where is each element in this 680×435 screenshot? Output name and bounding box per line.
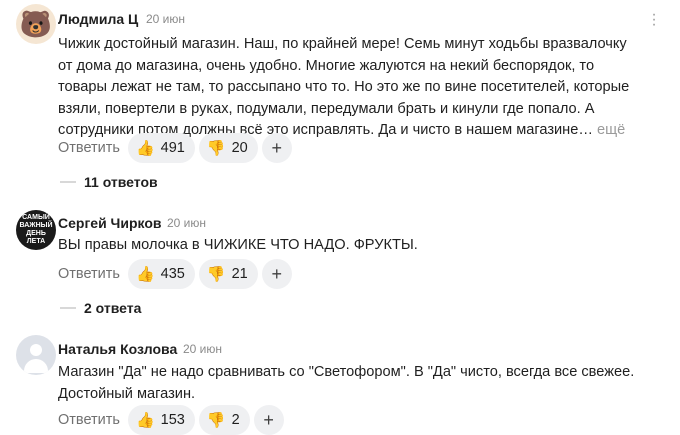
like-count: 153 bbox=[160, 412, 185, 428]
dislike-button[interactable]: 👎 2 bbox=[198, 405, 250, 435]
dislike-button[interactable]: 👎 20 bbox=[198, 133, 258, 163]
thumbs-up-icon: 👍 bbox=[135, 140, 155, 157]
dislike-button[interactable]: 👎 21 bbox=[198, 259, 258, 289]
dislike-count: 2 bbox=[231, 412, 240, 428]
thumbs-down-icon: 👎 bbox=[206, 266, 226, 283]
add-reaction-button[interactable]: + bbox=[261, 133, 292, 163]
comment-actions: Ответить 👍 153 👎 2 + bbox=[58, 405, 284, 435]
comment-date: 20 июн bbox=[167, 216, 207, 230]
like-count: 435 bbox=[160, 266, 185, 282]
thumbs-down-icon: 👎 bbox=[206, 412, 226, 429]
comment-actions: Ответить 👍 435 👎 21 + bbox=[58, 259, 292, 289]
thread-line bbox=[60, 307, 76, 309]
like-count: 491 bbox=[160, 140, 185, 156]
dislike-count: 20 bbox=[231, 140, 248, 156]
comment-author[interactable]: Наталья Козлова bbox=[58, 341, 177, 357]
plus-icon: + bbox=[263, 409, 274, 430]
default-user-icon bbox=[30, 344, 42, 356]
avatar[interactable]: САМЫЙ ВАЖНЫЙ ДЕНЬ ЛЕТА bbox=[16, 210, 56, 250]
thumbs-up-icon: 👍 bbox=[135, 266, 155, 283]
comment-author[interactable]: Сергей Чирков bbox=[58, 215, 162, 231]
avatar[interactable]: 🐻 bbox=[16, 4, 56, 44]
like-button[interactable]: 👍 153 bbox=[127, 405, 195, 435]
comment-author[interactable]: Людмила Ц bbox=[58, 11, 138, 27]
thumbs-down-icon: 👎 bbox=[206, 140, 226, 157]
comment-actions: Ответить 👍 491 👎 20 + bbox=[58, 133, 292, 163]
avatar-image-text: САМЫЙ ВАЖНЫЙ ДЕНЬ ЛЕТА bbox=[19, 214, 53, 245]
comment-date: 20 июн bbox=[146, 12, 186, 26]
reply-button[interactable]: Ответить bbox=[58, 412, 120, 428]
plus-icon: + bbox=[271, 137, 282, 158]
reply-button[interactable]: Ответить bbox=[58, 266, 120, 282]
reply-button[interactable]: Ответить bbox=[58, 140, 120, 156]
comment-text: ВЫ правы молочка в ЧИЖИКЕ ЧТО НАДО. ФРУК… bbox=[58, 237, 418, 253]
dislike-count: 21 bbox=[231, 266, 248, 282]
replies-toggle[interactable]: 2 ответа bbox=[60, 300, 141, 316]
like-button[interactable]: 👍 491 bbox=[127, 133, 195, 163]
add-reaction-button[interactable]: + bbox=[261, 259, 292, 289]
show-more-link[interactable]: ещё bbox=[597, 122, 625, 138]
bear-emoji-icon: 🐻 bbox=[19, 9, 53, 39]
comment-text: Магазин "Да" не надо сравнивать со "Свет… bbox=[58, 364, 635, 402]
replies-count: 11 ответов bbox=[84, 174, 158, 190]
thumbs-up-icon: 👍 bbox=[135, 412, 155, 429]
comment-text: Чижик достойный магазин. Наш, по крайней… bbox=[58, 36, 630, 138]
plus-icon: + bbox=[271, 263, 282, 284]
replies-count: 2 ответа bbox=[84, 300, 142, 316]
add-reaction-button[interactable]: + bbox=[253, 405, 284, 435]
like-button[interactable]: 👍 435 bbox=[127, 259, 195, 289]
avatar[interactable] bbox=[16, 335, 56, 375]
replies-toggle[interactable]: 11 ответов bbox=[60, 174, 158, 190]
thread-line bbox=[60, 181, 76, 183]
comment-date: 20 июн bbox=[183, 342, 223, 356]
more-options-icon[interactable]: · · · bbox=[649, 7, 659, 33]
